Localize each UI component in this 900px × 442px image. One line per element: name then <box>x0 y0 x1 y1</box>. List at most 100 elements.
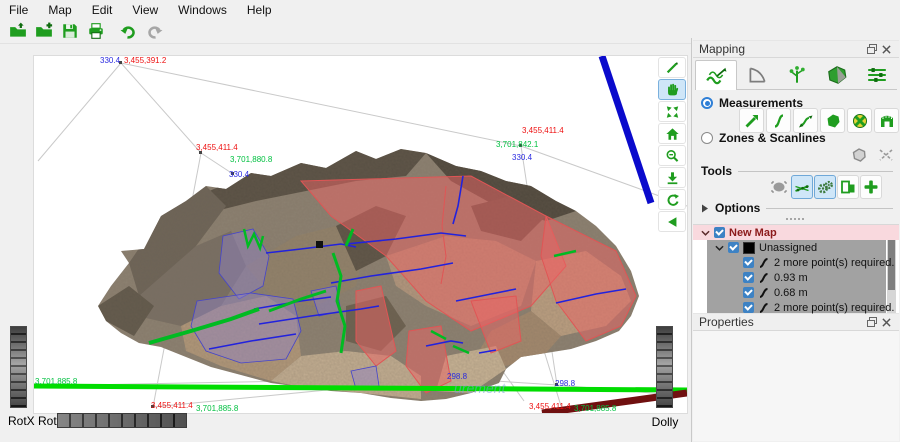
layout-tool-button[interactable] <box>837 175 859 199</box>
triangle-left-icon <box>665 215 680 229</box>
viewport-3d[interactable]: 330.4 3,455,391.2 3,455,411.4 3,701,880.… <box>33 55 688 414</box>
ellipse-tool-button[interactable] <box>768 175 790 199</box>
properties-panel-titlebar: Properties <box>693 313 899 331</box>
menubar: File Map Edit View Windows Help <box>0 0 900 19</box>
mapping-panel-titlebar: Mapping <box>693 40 899 58</box>
right-dock: Mapping <box>691 38 900 442</box>
rot-slider-horizontal[interactable] <box>57 413 187 428</box>
color-swatch[interactable] <box>743 242 755 254</box>
folder-open-icon <box>8 22 28 40</box>
draw-line-button[interactable] <box>658 57 686 78</box>
options-section[interactable]: Options <box>701 201 893 215</box>
curve-icon <box>771 113 787 129</box>
tab-scanlines[interactable] <box>695 60 737 90</box>
zones-radio-row[interactable]: Zones & Scanlines <box>701 131 826 145</box>
float-panel-button[interactable] <box>865 42 879 56</box>
redo-icon <box>145 23 164 40</box>
tunnel-icon <box>879 113 895 129</box>
gears-tool-button[interactable] <box>814 175 836 199</box>
close-icon <box>882 318 891 327</box>
download-arrow-icon <box>665 171 680 185</box>
measurements-radio[interactable] <box>701 97 713 109</box>
application-window: File Map Edit View Windows Help <box>0 0 900 442</box>
save-button[interactable] <box>58 21 81 42</box>
zoom-out-button[interactable] <box>658 145 686 166</box>
back-view-button[interactable] <box>658 211 686 232</box>
mapping-tabbar <box>695 60 897 90</box>
item-checkbox[interactable] <box>743 257 754 268</box>
dock-splitter[interactable] <box>692 216 898 222</box>
close-panel-button[interactable] <box>879 315 893 329</box>
expand-arrows-icon <box>665 105 680 119</box>
tree-row-new-map[interactable]: New Map <box>693 225 899 240</box>
view-toolbar <box>658 57 686 232</box>
scanline-cross-icon <box>878 147 894 163</box>
arrow-measure-button[interactable] <box>739 108 764 133</box>
menu-windows[interactable]: Windows <box>168 1 237 19</box>
chevron-down-icon[interactable] <box>701 229 710 237</box>
plane-fit-tool-button[interactable] <box>791 175 813 199</box>
tree-row-measurement[interactable]: 0.68 m <box>693 285 899 300</box>
float-panel-button[interactable] <box>865 315 879 329</box>
add-tool-button[interactable] <box>860 175 882 199</box>
close-panel-button[interactable] <box>879 42 893 56</box>
tunnel-measure-button[interactable] <box>874 108 899 133</box>
tab-vegetation[interactable] <box>777 60 817 90</box>
curve-item-icon <box>758 287 770 299</box>
3d-scene <box>34 56 687 413</box>
open-button[interactable] <box>6 21 29 42</box>
undo-icon <box>119 23 138 40</box>
rotate-icon <box>665 193 680 207</box>
rot-slider-vertical[interactable] <box>10 326 27 408</box>
rotate-view-button[interactable] <box>658 189 686 210</box>
menu-view[interactable]: View <box>122 1 168 19</box>
joint-ball-icon <box>852 113 868 129</box>
selected-vertex-marker <box>316 241 323 248</box>
zones-radio[interactable] <box>701 132 713 144</box>
float-icon <box>867 317 877 327</box>
chevron-down-icon[interactable] <box>715 244 724 252</box>
tree-row-measurement[interactable]: 0.93 m <box>693 270 899 285</box>
menu-edit[interactable]: Edit <box>82 1 123 19</box>
tree-row-unassigned[interactable]: Unassigned <box>693 240 899 255</box>
pan-hand-button[interactable] <box>658 79 686 100</box>
redo-button[interactable] <box>143 21 166 42</box>
polyhedron-tab-icon <box>826 65 848 85</box>
joint-ball-measure-button[interactable] <box>847 108 872 133</box>
dolly-slider[interactable] <box>656 326 673 408</box>
ellipse-icon <box>771 179 787 195</box>
tab-settings[interactable] <box>857 60 897 90</box>
add-model-button[interactable] <box>32 21 55 42</box>
curve-measure-button[interactable] <box>766 108 791 133</box>
save-view-button[interactable] <box>658 167 686 188</box>
menu-help[interactable]: Help <box>237 1 282 19</box>
home-view-button[interactable] <box>658 123 686 144</box>
menu-map[interactable]: Map <box>38 1 81 19</box>
curve-arrows-icon <box>798 113 814 129</box>
layout-rectangles-icon <box>840 179 856 195</box>
axis-blue <box>602 56 651 203</box>
fit-view-button[interactable] <box>658 101 686 122</box>
mapping-panel-title: Mapping <box>699 42 865 56</box>
item-checkbox[interactable] <box>743 272 754 283</box>
undo-button[interactable] <box>117 21 140 42</box>
pencil-line-icon <box>664 61 680 75</box>
expand-arrow-icon <box>701 204 709 213</box>
options-label: Options <box>715 201 760 215</box>
zones-label: Zones & Scanlines <box>719 131 826 145</box>
tree-row-measurement[interactable]: 2 more point(s) required. <box>693 255 899 270</box>
print-button[interactable] <box>84 21 107 42</box>
item-checkbox[interactable] <box>743 302 754 313</box>
unassigned-checkbox[interactable] <box>728 242 739 253</box>
print-icon <box>87 22 105 40</box>
item-checkbox[interactable] <box>743 287 754 298</box>
menu-file[interactable]: File <box>0 1 38 19</box>
polygon-measure-button[interactable] <box>820 108 845 133</box>
tab-slope-curve[interactable] <box>737 60 777 90</box>
save-icon <box>61 22 79 40</box>
tab-polyhedron[interactable] <box>817 60 857 90</box>
new-map-checkbox[interactable] <box>714 227 725 238</box>
curve-snap-measure-button[interactable] <box>793 108 818 133</box>
tree-row-measurement[interactable]: 2 more point(s) required. <box>693 300 899 314</box>
curve-item-icon <box>758 272 770 284</box>
